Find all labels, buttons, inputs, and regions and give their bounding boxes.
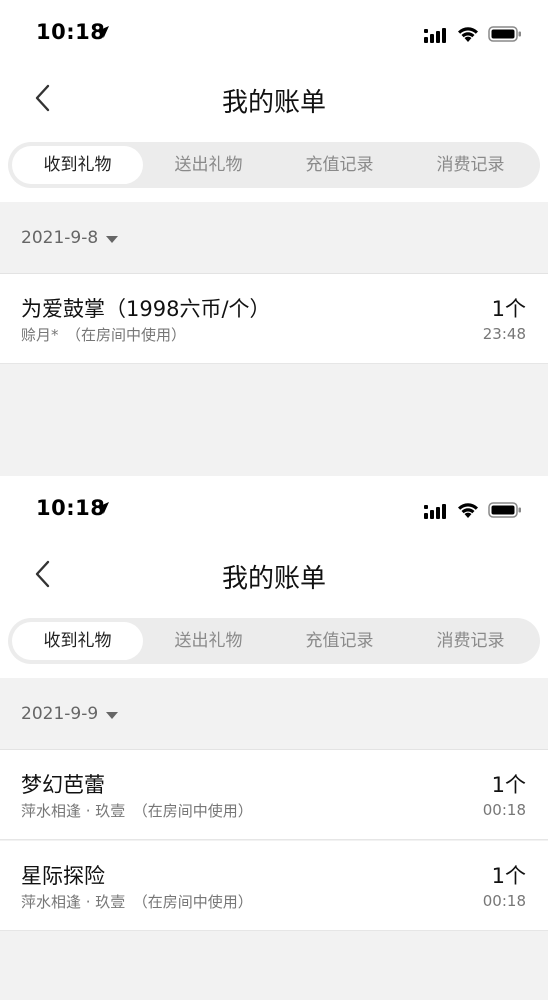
location-arrow-icon xyxy=(97,502,109,514)
record-count: 1个 xyxy=(491,297,526,321)
wifi-icon xyxy=(458,503,478,518)
tab-bar: 收到礼物 送出礼物 充值记录 消费记录 xyxy=(8,142,540,188)
record-time: 23:48 xyxy=(482,325,526,343)
divider xyxy=(0,839,548,840)
tab-received-gifts[interactable]: 收到礼物 xyxy=(12,146,143,184)
record-title: 为爱鼓掌（1998六币/个） xyxy=(21,297,271,321)
screenshot-panel-bottom: 10:18 我的账单 收到礼物 送出礼物 充值记录 消费记录 2021-9-9 … xyxy=(0,476,548,1000)
record-time: 00:18 xyxy=(482,892,526,910)
tab-bar-container: 收到礼物 送出礼物 充值记录 消费记录 xyxy=(0,606,548,678)
tab-bar: 收到礼物 送出礼物 充值记录 消费记录 xyxy=(8,618,540,664)
record-title: 梦幻芭蕾 xyxy=(21,773,105,797)
date-label: 2021-9-8 xyxy=(21,228,99,248)
tab-bar-container: 收到礼物 送出礼物 充值记录 消费记录 xyxy=(0,130,548,202)
tab-sent-gifts[interactable]: 送出礼物 xyxy=(143,622,274,660)
status-time: 10:18 xyxy=(36,20,106,44)
record-subtitle: 赊月* （在房间中使用） xyxy=(21,326,187,344)
wifi-icon xyxy=(458,27,478,42)
record-subtitle: 萍水相逢 · 玖壹 （在房间中使用） xyxy=(21,893,253,911)
caret-down-icon xyxy=(106,712,118,719)
tab-recharge-records[interactable]: 充值记录 xyxy=(274,146,405,184)
status-time: 10:18 xyxy=(36,496,106,520)
record-title: 星际探险 xyxy=(21,864,105,888)
navigation-bar: 我的账单 xyxy=(0,66,548,130)
date-filter[interactable]: 2021-9-8 xyxy=(0,204,548,274)
page-title: 我的账单 xyxy=(221,564,326,594)
record-subtitle: 萍水相逢 · 玖壹 （在房间中使用） xyxy=(21,802,253,820)
status-bar: 10:18 xyxy=(0,476,548,542)
date-label: 2021-9-9 xyxy=(21,704,99,724)
tab-received-gifts[interactable]: 收到礼物 xyxy=(12,622,143,660)
tab-recharge-records[interactable]: 充值记录 xyxy=(274,622,405,660)
record-time: 00:18 xyxy=(482,801,526,819)
tab-spending-records[interactable]: 消费记录 xyxy=(405,146,536,184)
screenshot-panel-top: 10:18 我的账单 收到礼物 送出礼物 充值记录 消费记录 2021-9-8 … xyxy=(0,0,548,476)
tab-sent-gifts[interactable]: 送出礼物 xyxy=(143,146,274,184)
record-count: 1个 xyxy=(491,773,526,797)
navigation-bar: 我的账单 xyxy=(0,542,548,606)
battery-icon xyxy=(488,502,521,518)
tab-spending-records[interactable]: 消费记录 xyxy=(405,622,536,660)
cellular-signal-icon xyxy=(424,28,446,43)
status-bar: 10:18 xyxy=(0,0,548,66)
date-filter[interactable]: 2021-9-9 xyxy=(0,680,548,750)
battery-icon xyxy=(488,26,521,42)
record-item[interactable]: 星际探险 萍水相逢 · 玖壹 （在房间中使用） 1个 00:18 xyxy=(0,841,548,931)
record-count: 1个 xyxy=(491,864,526,888)
page-title: 我的账单 xyxy=(221,88,326,118)
caret-down-icon xyxy=(106,236,118,243)
location-arrow-icon xyxy=(97,26,109,38)
cellular-signal-icon xyxy=(424,504,446,519)
record-item[interactable]: 梦幻芭蕾 萍水相逢 · 玖壹 （在房间中使用） 1个 00:18 xyxy=(0,750,548,840)
divider xyxy=(0,930,548,931)
divider xyxy=(0,363,548,364)
record-item[interactable]: 为爱鼓掌（1998六币/个） 赊月* （在房间中使用） 1个 23:48 xyxy=(0,274,548,364)
